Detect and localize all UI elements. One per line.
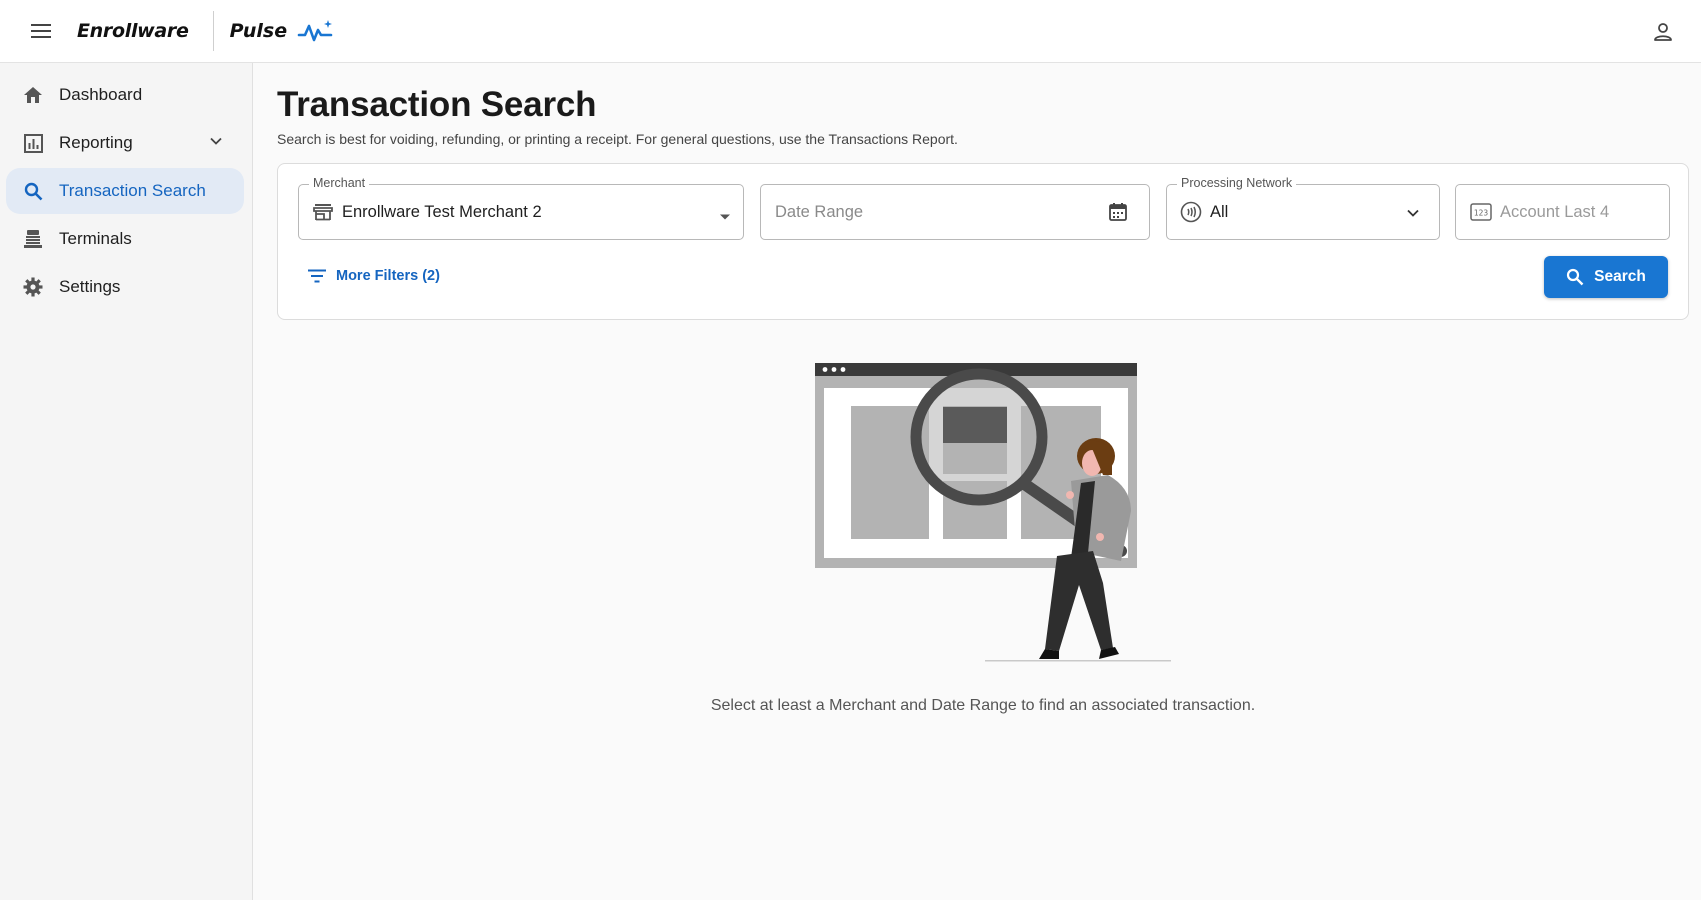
sidebar-item-label: Terminals [59, 229, 132, 248]
sidebar-item-label: Dashboard [59, 85, 143, 104]
empty-state-illustration [813, 363, 1173, 668]
svg-text:123: 123 [1474, 209, 1489, 218]
sidebar: Dashboard Reporting Transaction Search T… [0, 63, 253, 900]
hamburger-menu-button[interactable] [21, 11, 61, 51]
chevron-down-icon [1405, 205, 1421, 226]
search-button[interactable]: Search [1544, 256, 1668, 298]
sidebar-item-label: Reporting [59, 133, 133, 152]
search-icon [1566, 268, 1584, 286]
processing-network-select[interactable]: Processing Network All [1166, 176, 1440, 240]
dropdown-arrow-icon [719, 208, 731, 226]
terminal-icon [22, 228, 44, 250]
account-icon [1654, 23, 1672, 41]
page-title: Transaction Search [277, 85, 597, 124]
empty-state-message: Select at least a Merchant and Date Rang… [710, 697, 1256, 714]
account-button[interactable] [1643, 12, 1683, 52]
brand-logo[interactable]: Enrollware [77, 20, 189, 42]
merchant-label: Merchant [309, 176, 370, 190]
processing-network-value: All [1210, 202, 1229, 221]
filter-card: Merchant Enrollware Test Merchant 2 Date… [277, 163, 1689, 320]
numeric-123-icon: 123 [1470, 201, 1492, 223]
date-range-placeholder: Date Range [775, 202, 864, 221]
app-header: Enrollware Pulse [0, 0, 1701, 63]
product-name: Pulse [229, 20, 288, 42]
account-last4-input[interactable] [1500, 202, 1650, 222]
contactless-icon [1180, 201, 1202, 223]
store-icon [312, 201, 334, 223]
filter-list-icon [308, 269, 326, 283]
gear-icon [22, 276, 44, 298]
sidebar-item-settings[interactable]: Settings [6, 264, 244, 310]
sidebar-item-reporting[interactable]: Reporting [6, 120, 244, 166]
sidebar-item-transaction-search[interactable]: Transaction Search [6, 168, 244, 214]
sidebar-item-terminals[interactable]: Terminals [6, 216, 244, 262]
merchant-select[interactable]: Merchant Enrollware Test Merchant 2 [298, 176, 744, 240]
sidebar-item-label: Transaction Search [59, 181, 206, 200]
more-filters-button[interactable]: More Filters (2) [308, 268, 440, 284]
brand-divider [212, 11, 214, 51]
date-range-field[interactable]: Date Range [760, 184, 1150, 240]
home-icon [22, 84, 44, 106]
main-content: Transaction Search Search is best for vo… [277, 63, 1689, 714]
account-last4-field[interactable]: 123 [1455, 184, 1670, 240]
more-filters-label: More Filters (2) [336, 268, 440, 284]
search-button-label: Search [1594, 268, 1646, 285]
chevron-down-icon[interactable] [208, 133, 224, 154]
bar-chart-icon [22, 132, 44, 154]
sidebar-item-label: Settings [59, 277, 121, 296]
hamburger-menu-icon [31, 24, 51, 38]
calendar-icon[interactable] [1107, 201, 1129, 223]
page-subtitle: Search is best for voiding, refunding, o… [277, 131, 958, 147]
pulse-icon [297, 18, 335, 44]
merchant-value: Enrollware Test Merchant 2 [342, 202, 542, 221]
search-icon [22, 180, 44, 202]
processing-network-label: Processing Network [1177, 176, 1297, 190]
sidebar-item-dashboard[interactable]: Dashboard [6, 72, 244, 118]
